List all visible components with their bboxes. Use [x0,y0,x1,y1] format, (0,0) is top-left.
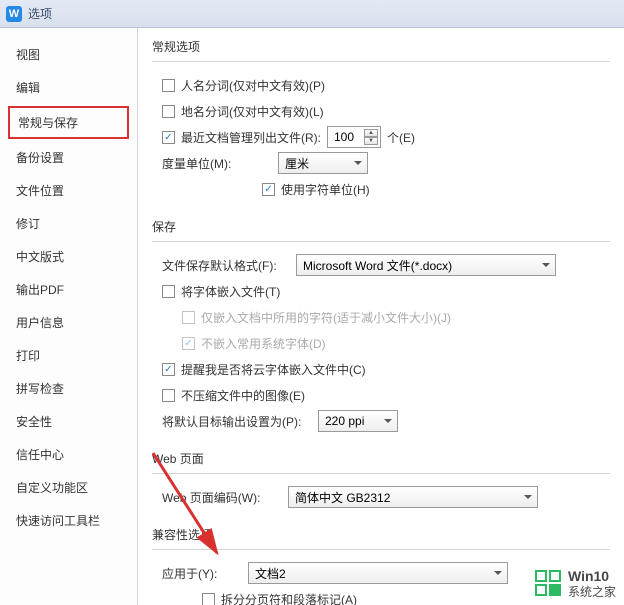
checkbox-embed-used-only [182,311,195,324]
label-embed-fonts: 将字体嵌入文件(T) [181,283,280,300]
select-web-encoding-value: 简体中文 GB2312 [295,489,390,506]
sidebar-item-print[interactable]: 打印 [8,341,129,370]
checkbox-embed-fonts[interactable] [162,285,175,298]
sidebar-item-edit[interactable]: 编辑 [8,73,129,102]
sidebar-item-quick-access[interactable]: 快速访问工具栏 [8,506,129,535]
watermark-icon [534,569,562,597]
sidebar-item-user-info[interactable]: 用户信息 [8,308,129,337]
sidebar-item-view[interactable]: 视图 [8,40,129,69]
label-no-embed-system: 不嵌入常用系统字体(D) [201,335,326,352]
label-split-page: 拆分分页符和段落标记(A) [221,591,357,605]
label-default-format: 文件保存默认格式(F): [162,257,290,274]
select-default-output-value: 220 ppi [325,414,364,428]
select-web-encoding[interactable]: 简体中文 GB2312 [288,486,538,508]
label-web-encoding: Web 页面编码(W): [162,489,282,506]
checkbox-recent-files[interactable] [162,131,175,144]
select-measure-unit-value: 厘米 [285,155,309,172]
sidebar-item-security[interactable]: 安全性 [8,407,129,436]
group-title-save: 保存 [152,218,610,235]
sidebar-item-output-pdf[interactable]: 输出PDF [8,275,129,304]
label-place-split: 地名分词(仅对中文有效)(L) [181,103,324,120]
label-embed-used-only: 仅嵌入文档中所用的字符(适于减小文件大小)(J) [201,309,451,326]
checkbox-remind-cloud[interactable] [162,363,175,376]
label-no-compress-img: 不压缩文件中的图像(E) [181,387,305,404]
label-person-split: 人名分词(仅对中文有效)(P) [181,77,325,94]
select-apply-to[interactable]: 文档2 [248,562,508,584]
watermark: Win10 系统之家 [534,568,616,599]
group-title-web: Web 页面 [152,450,610,467]
select-default-format[interactable]: Microsoft Word 文件(*.docx) [296,254,556,276]
spinner-up-icon[interactable]: ▲ [364,129,378,137]
content-panel: 常规选项 人名分词(仅对中文有效)(P) 地名分词(仅对中文有效)(L) 最近文… [138,28,624,605]
select-default-output[interactable]: 220 ppi [318,410,398,432]
group-title-general: 常规选项 [152,38,610,55]
sidebar-item-revision[interactable]: 修订 [8,209,129,238]
label-apply-to: 应用于(Y): [162,565,242,582]
sidebar-item-general-save[interactable]: 常规与保存 [8,106,129,139]
select-measure-unit[interactable]: 厘米 [278,152,368,174]
sidebar-item-trust-center[interactable]: 信任中心 [8,440,129,469]
spinner-down-icon[interactable]: ▼ [364,137,378,145]
sidebar-item-spell-check[interactable]: 拼写检查 [8,374,129,403]
sidebar-item-chinese-layout[interactable]: 中文版式 [8,242,129,271]
sidebar: 视图 编辑 常规与保存 备份设置 文件位置 修订 中文版式 输出PDF 用户信息… [0,28,138,605]
label-recent-files: 最近文档管理列出文件(R): [181,129,321,146]
spinner-value: 100 [334,130,354,144]
label-default-output: 将默认目标输出设置为(P): [162,413,312,430]
group-title-compat: 兼容性选项 [152,526,610,543]
watermark-line2: 系统之家 [568,585,616,599]
spinner-recent-count[interactable]: 100 ▲▼ [327,126,381,148]
sidebar-item-file-location[interactable]: 文件位置 [8,176,129,205]
app-icon: W [6,6,22,22]
checkbox-person-split[interactable] [162,79,175,92]
label-remind-cloud: 提醒我是否将云字体嵌入文件中(C) [181,361,366,378]
window-title: 选项 [28,5,52,22]
sidebar-item-customize-ribbon[interactable]: 自定义功能区 [8,473,129,502]
checkbox-no-compress-img[interactable] [162,389,175,402]
checkbox-split-page[interactable] [202,593,215,605]
select-apply-to-value: 文档2 [255,565,286,582]
label-use-char-unit: 使用字符单位(H) [281,181,370,198]
watermark-line1: Win10 [568,568,616,585]
sidebar-item-backup[interactable]: 备份设置 [8,143,129,172]
checkbox-place-split[interactable] [162,105,175,118]
checkbox-use-char-unit[interactable] [262,183,275,196]
label-measure-unit: 度量单位(M): [162,155,272,172]
label-recent-suffix: 个(E) [387,129,415,146]
select-default-format-value: Microsoft Word 文件(*.docx) [303,257,452,274]
checkbox-no-embed-system [182,337,195,350]
